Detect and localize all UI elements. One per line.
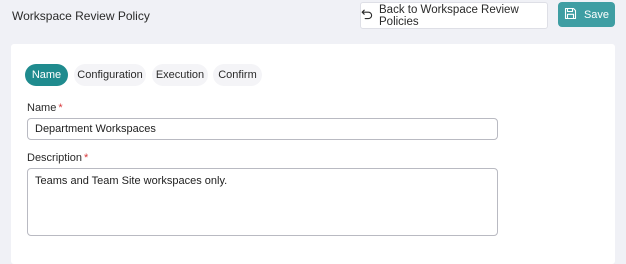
description-field-label: Description * bbox=[27, 152, 88, 164]
tab-execution[interactable]: Execution bbox=[152, 64, 208, 86]
name-field-label: Name * bbox=[27, 102, 63, 114]
back-to-policies-button[interactable]: Back to Workspace Review Policies bbox=[360, 2, 548, 29]
top-bar: Workspace Review Policy Back to Workspac… bbox=[0, 0, 626, 32]
tab-confirm[interactable]: Confirm bbox=[213, 64, 262, 86]
description-label-text: Description bbox=[27, 152, 83, 164]
undo-arrow-icon bbox=[361, 8, 373, 23]
save-button[interactable]: Save bbox=[558, 2, 615, 27]
floppy-disk-icon bbox=[564, 7, 577, 23]
tab-name[interactable]: Name bbox=[25, 64, 68, 86]
required-marker: * bbox=[58, 102, 63, 114]
page-title: Workspace Review Policy bbox=[12, 9, 150, 23]
name-input[interactable]: Department Workspaces bbox=[27, 118, 498, 140]
required-marker: * bbox=[84, 152, 89, 164]
back-button-label: Back to Workspace Review Policies bbox=[379, 3, 519, 28]
tab-configuration[interactable]: Configuration bbox=[74, 64, 146, 86]
save-button-label: Save bbox=[583, 8, 610, 21]
policy-form-card: Name Configuration Execution Confirm Nam… bbox=[11, 44, 615, 264]
name-label-text: Name bbox=[27, 102, 57, 114]
description-textarea[interactable]: Teams and Team Site workspaces only. bbox=[27, 168, 498, 236]
